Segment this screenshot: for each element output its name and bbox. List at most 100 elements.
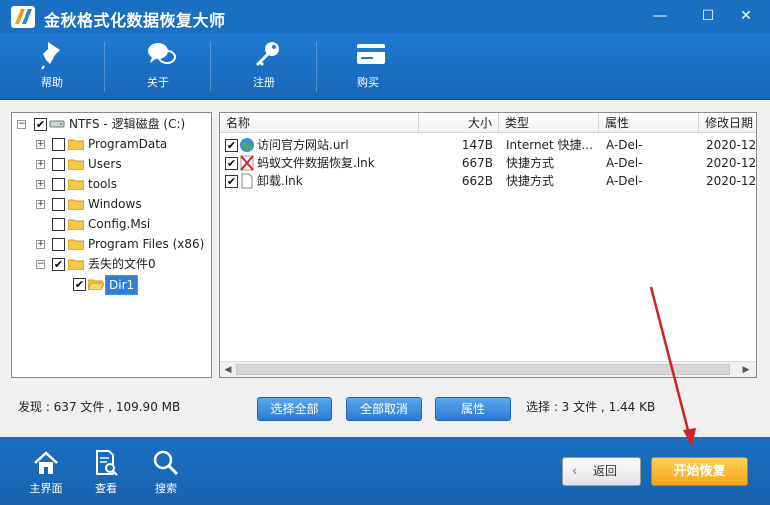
file-date: 2020-12-... (706, 156, 757, 170)
tree-item-label: Config.Msi (88, 217, 151, 231)
toolbar-about-label: 关于 (147, 76, 169, 89)
file-row[interactable]: ✔ 访问官方网站.url 147B Internet 快捷... A-Del- … (220, 136, 757, 154)
deselect-all-button[interactable]: 全部取消 (346, 397, 422, 421)
checkbox-unchecked[interactable] (52, 218, 65, 231)
checkbox-checked[interactable]: ✔ (225, 139, 238, 152)
nav-home-button[interactable]: 主界面 (14, 437, 78, 505)
folder-icon (68, 179, 84, 190)
nav-home-label: 主界面 (29, 482, 63, 495)
expand-icon[interactable]: + (36, 240, 45, 249)
back-button-label: 返回 (593, 464, 618, 478)
file-row[interactable]: ✔ 蚂蚁文件数据恢复.lnk 667B 快捷方式 A-Del- 2020-12-… (220, 154, 757, 172)
expand-icon[interactable]: + (36, 200, 45, 209)
collapse-icon[interactable]: − (36, 260, 45, 269)
file-size: 147B (461, 138, 493, 152)
horizontal-scrollbar[interactable]: ◀ ▶ (220, 361, 756, 377)
properties-button[interactable]: 属性 (435, 397, 511, 421)
nav-search-button[interactable]: 搜索 (134, 437, 198, 505)
magnifier-icon (153, 450, 179, 476)
tree-item-folder[interactable]: Config.Msi (12, 215, 211, 233)
tree-item-lost-files[interactable]: − ✔ 丢失的文件0 (12, 255, 211, 273)
folder-icon (68, 199, 84, 210)
minimize-button[interactable]: — (647, 4, 673, 28)
chat-bubbles-icon (148, 43, 176, 64)
toolbar-register-label: 注册 (253, 76, 275, 89)
pin-icon (41, 42, 60, 70)
tree-item-folder[interactable]: + Windows (12, 195, 211, 213)
checkbox-unchecked[interactable] (52, 198, 65, 211)
select-all-button[interactable]: 选择全部 (257, 397, 332, 421)
expand-icon[interactable]: + (36, 160, 45, 169)
toolbar-buy-label: 购买 (357, 76, 379, 89)
maximize-button[interactable]: ☐ (695, 4, 721, 28)
scroll-right-icon[interactable]: ▶ (740, 364, 752, 376)
file-size: 667B (461, 156, 493, 170)
selected-summary: 选择 : 3 文件 , 1.44 KB (526, 400, 656, 414)
file-list[interactable]: 名称 大小 类型 属性 修改日期 ✔ 访问官方网站.url 147B Inter… (219, 112, 757, 378)
main-panel: − ✔ NTFS - 逻辑磁盘 (C:) + ProgramData + Use… (0, 99, 770, 437)
column-type[interactable]: 类型 (499, 113, 599, 133)
chevron-left-icon: ‹ (572, 464, 578, 479)
tree-item-label: NTFS - 逻辑磁盘 (C:) (69, 117, 186, 131)
column-modified-date[interactable]: 修改日期 (699, 113, 756, 133)
scrollbar-thumb[interactable] (236, 364, 730, 375)
scroll-left-icon[interactable]: ◀ (222, 364, 234, 376)
file-date: 2020-12-... (706, 174, 757, 188)
checkbox-unchecked[interactable] (52, 138, 65, 151)
app-logo-icon (11, 6, 35, 28)
tree-item-folder[interactable]: + tools (12, 175, 211, 193)
drive-icon (49, 120, 65, 128)
toolbar-about-button[interactable]: 关于 (118, 34, 198, 99)
folder-tree[interactable]: − ✔ NTFS - 逻辑磁盘 (C:) + ProgramData + Use… (11, 112, 212, 378)
checkbox-checked[interactable]: ✔ (52, 258, 65, 271)
checkbox-checked[interactable]: ✔ (73, 278, 86, 291)
column-name[interactable]: 名称 (220, 113, 419, 133)
folder-icon (68, 239, 84, 250)
file-name: 蚂蚁文件数据恢复.lnk (257, 156, 375, 170)
key-icon (256, 42, 279, 66)
column-size[interactable]: 大小 (419, 113, 499, 133)
collapse-icon[interactable]: − (17, 120, 26, 129)
file-type: 快捷方式 (506, 156, 555, 170)
file-date: 2020-12-... (706, 138, 757, 152)
toolbar-divider (210, 42, 211, 92)
checkbox-unchecked[interactable] (52, 238, 65, 251)
bottom-bar: 主界面 查看 搜索 ‹ 返回 开始恢复 (0, 437, 770, 505)
tree-item-folder[interactable]: + ProgramData (12, 135, 211, 153)
tree-item-label: Program Files (x86) (88, 237, 205, 251)
checkbox-checked[interactable]: ✔ (225, 175, 238, 188)
checkbox-unchecked[interactable] (52, 158, 65, 171)
toolbar-help-button[interactable]: 帮助 (12, 34, 92, 99)
folder-icon (68, 219, 84, 230)
file-attributes: A-Del- (606, 174, 643, 188)
nav-view-button[interactable]: 查看 (74, 437, 138, 505)
file-name: 卸载.lnk (257, 174, 303, 188)
tree-item-label: tools (88, 177, 117, 191)
file-type: 快捷方式 (506, 174, 555, 188)
tree-item-label: ProgramData (88, 137, 168, 151)
start-recover-button[interactable]: 开始恢复 (651, 457, 748, 486)
open-folder-icon (88, 279, 104, 290)
expand-icon[interactable]: + (36, 140, 45, 149)
found-summary: 发现 : 637 文件 , 109.90 MB (18, 400, 181, 414)
tree-item-folder[interactable]: + Users (12, 155, 211, 173)
checkbox-checked[interactable]: ✔ (225, 157, 238, 170)
tree-item-folder[interactable]: + Program Files (x86) (12, 235, 211, 253)
expand-icon[interactable]: + (36, 180, 45, 189)
close-button[interactable]: ✕ (733, 4, 759, 28)
file-name: 访问官方网站.url (257, 138, 349, 152)
column-attributes[interactable]: 属性 (599, 113, 699, 133)
toolbar-divider (104, 42, 105, 92)
file-row[interactable]: ✔ 卸载.lnk 662B 快捷方式 A-Del- 2020-12-... (220, 172, 757, 190)
folder-icon (68, 259, 84, 270)
toolbar-buy-button[interactable]: 购买 (328, 34, 408, 99)
back-button[interactable]: ‹ 返回 (562, 457, 641, 486)
tree-item-label: 丢失的文件0 (88, 257, 156, 271)
tree-item-drive[interactable]: − ✔ NTFS - 逻辑磁盘 (C:) (12, 115, 211, 133)
nav-search-label: 搜索 (155, 482, 177, 495)
tree-item-label-selected: Dir1 (105, 275, 139, 295)
checkbox-checked[interactable]: ✔ (34, 118, 47, 131)
toolbar-register-button[interactable]: 注册 (224, 34, 304, 99)
tree-item-dir1[interactable]: ✔ Dir1 (12, 275, 211, 295)
checkbox-unchecked[interactable] (52, 178, 65, 191)
